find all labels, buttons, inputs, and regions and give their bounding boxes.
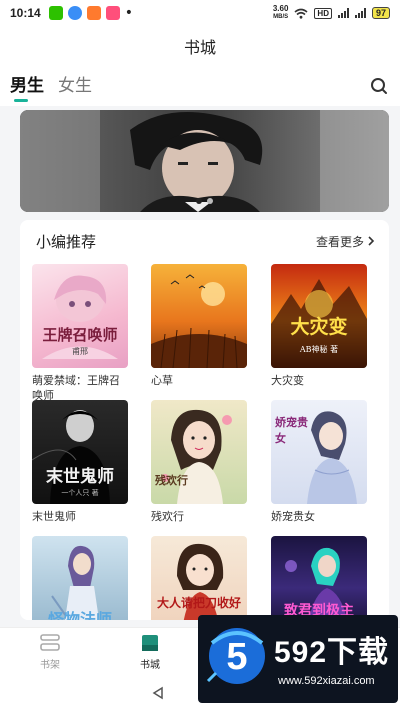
watermark-url: www.592xiazai.com bbox=[278, 675, 375, 687]
book-title: 娇宠贵女 bbox=[271, 510, 315, 523]
tab-female[interactable]: 女生 bbox=[58, 71, 92, 102]
book-cover: 末世鬼师 一个人只 著 bbox=[32, 400, 128, 504]
page-header: 书城 bbox=[0, 26, 400, 66]
tab-male[interactable]: 男生 bbox=[10, 71, 44, 102]
book-cover bbox=[151, 264, 247, 368]
see-more-link[interactable]: 查看更多 bbox=[316, 233, 375, 250]
shop-icon bbox=[86, 6, 101, 20]
cover-art bbox=[161, 409, 232, 504]
book-card[interactable]: 王牌召唤师 甫邢 萌爱禁域：王牌召唤师 bbox=[32, 264, 128, 403]
book-card[interactable]: 末世鬼师 一个人只 著 末世鬼师 bbox=[32, 400, 128, 524]
cover-title: 娇宠贵女 bbox=[275, 416, 308, 445]
book-title: 末世鬼师 bbox=[32, 510, 76, 523]
nav-label-bookstore: 书城 bbox=[140, 659, 160, 671]
book-cover: 致君到极主 bbox=[271, 536, 367, 620]
book-title: 大灾变 bbox=[271, 374, 304, 387]
nav-item-bookstore[interactable]: 书城 bbox=[100, 628, 200, 675]
status-bar: 10:14 • 3.60 MB/S HD 97 bbox=[0, 0, 400, 26]
status-time: 10:14 bbox=[10, 6, 41, 20]
cover-title: 末世鬼师 bbox=[46, 467, 114, 487]
cover-author: 甫邢 bbox=[72, 347, 88, 356]
book-cover: 大灾变 AB神秘 著 bbox=[271, 264, 367, 368]
bookstore-icon bbox=[142, 634, 158, 651]
banner-image bbox=[20, 110, 389, 212]
bookshelf-icon bbox=[40, 633, 60, 651]
book-card[interactable]: 怪物法师 bbox=[32, 536, 128, 620]
watermark-brand: 592下载 bbox=[274, 636, 390, 669]
watermark-logo: 5 bbox=[206, 628, 265, 684]
book-title: 萌爱禁域：王牌召唤师 bbox=[32, 374, 120, 402]
cover-art bbox=[151, 274, 247, 368]
watermark-overlay: 5 592下载 www.592xiazai.com bbox=[198, 615, 398, 703]
book-cover: 大人请把刀收好 bbox=[151, 536, 247, 620]
cover-title: 残欢行 bbox=[155, 474, 188, 487]
book-title: 心草 bbox=[151, 374, 173, 387]
promo-banner[interactable] bbox=[20, 110, 389, 212]
signal-icon-2 bbox=[354, 8, 366, 18]
signal-icon bbox=[337, 8, 349, 18]
cover-author: 一个人只 著 bbox=[61, 489, 99, 497]
cover-title: 大人请把刀收好 bbox=[156, 596, 241, 610]
cover-title: 大灾变 bbox=[290, 316, 348, 338]
section-title: 小编推荐 bbox=[36, 232, 97, 251]
hd-badge: HD bbox=[314, 7, 332, 19]
network-speed: 3.60 MB/S bbox=[272, 4, 289, 21]
banner-indicator bbox=[20, 198, 389, 204]
svg-text:5: 5 bbox=[226, 636, 247, 678]
book-cover: 残欢行 bbox=[151, 400, 247, 504]
cover-title: 怪物法师 bbox=[47, 610, 112, 620]
chevron-right-icon bbox=[368, 236, 375, 246]
search-button[interactable] bbox=[368, 75, 390, 97]
book-card[interactable]: 大人请把刀收好 bbox=[151, 536, 247, 620]
page-title: 书城 bbox=[183, 38, 216, 57]
book-title: 残欢行 bbox=[151, 510, 184, 523]
book-cover: 娇宠贵女 bbox=[271, 400, 367, 504]
cover-author: AB神秘 著 bbox=[299, 345, 339, 354]
book-card[interactable]: 心草 bbox=[151, 264, 247, 388]
nav-label-bookshelf: 书架 bbox=[40, 659, 60, 671]
dot-indicator: • bbox=[124, 5, 133, 21]
notification-icons: • bbox=[48, 5, 133, 21]
book-cover: 王牌召唤师 甫邢 bbox=[32, 264, 128, 368]
cover-title: 王牌召唤师 bbox=[42, 326, 118, 344]
editor-picks-section: 小编推荐 查看更多 王牌召唤师 甫邢 萌爱禁域：王牌召唤师 心草 大灾变 AB神… bbox=[20, 220, 389, 620]
book-card[interactable]: 娇宠贵女 娇宠贵女 bbox=[271, 400, 367, 524]
book-card[interactable]: 大灾变 AB神秘 著 大灾变 bbox=[271, 264, 367, 388]
back-icon[interactable] bbox=[151, 686, 165, 700]
wechat-icon bbox=[48, 6, 63, 20]
nav-item-bookshelf[interactable]: 书架 bbox=[0, 628, 100, 675]
search-icon bbox=[371, 78, 387, 94]
gender-tabs: 男生 女生 bbox=[0, 66, 400, 106]
browser-icon bbox=[67, 6, 82, 20]
book-cover: 怪物法师 bbox=[32, 536, 128, 620]
wifi-icon bbox=[294, 8, 308, 19]
book-card[interactable]: 残欢行 残欢行 bbox=[151, 400, 247, 524]
section-header: 小编推荐 查看更多 bbox=[20, 220, 389, 262]
book-card[interactable]: 致君到极主 bbox=[271, 536, 367, 620]
battery-indicator: 97 bbox=[371, 7, 390, 19]
chat-icon bbox=[105, 6, 120, 20]
